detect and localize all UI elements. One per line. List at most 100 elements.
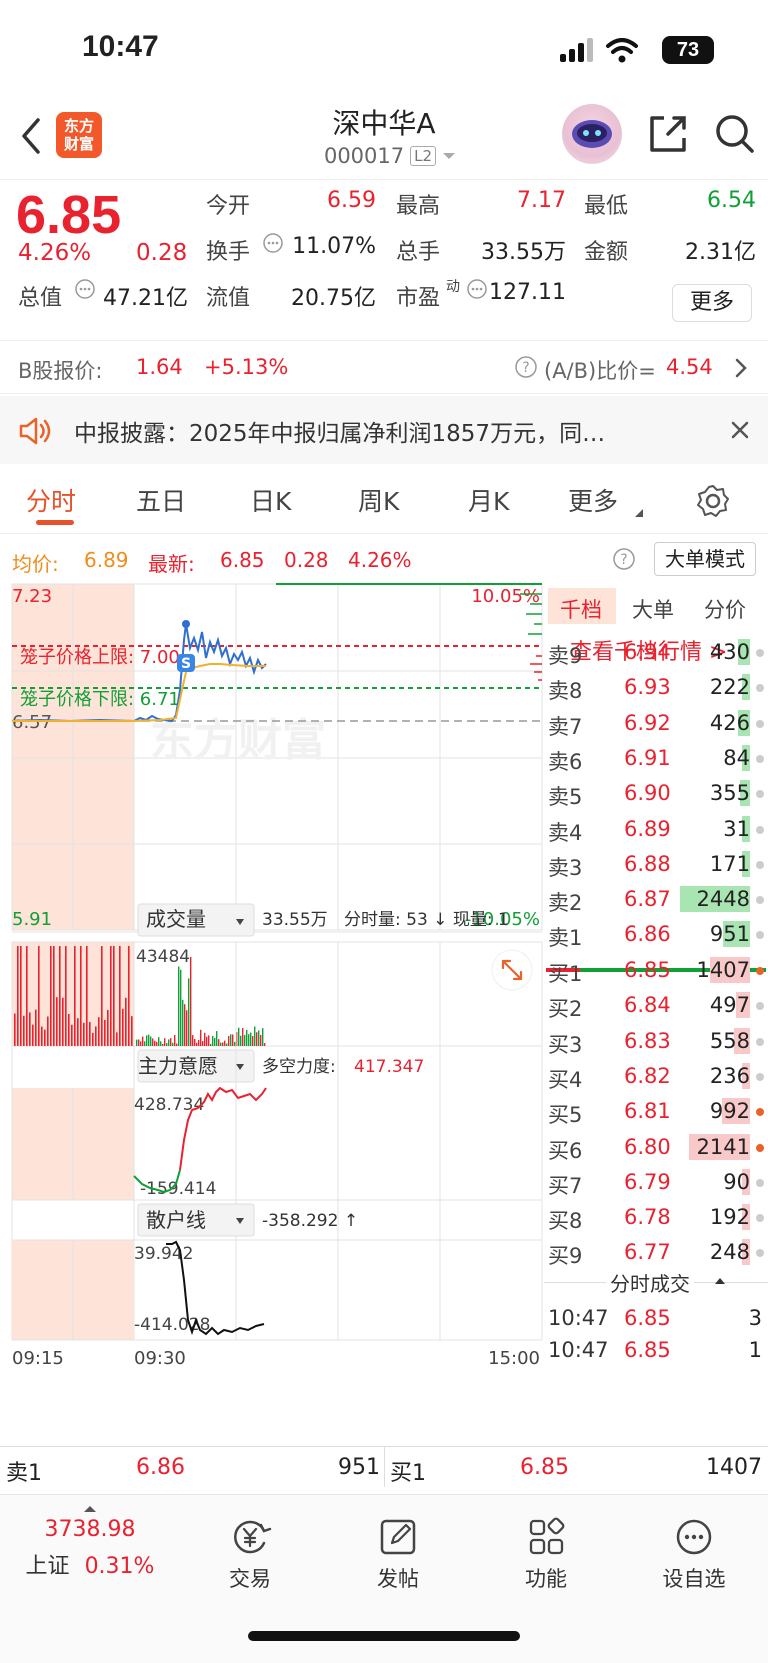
bid-row[interactable]: 买2 6.84 497: [544, 987, 768, 1022]
ask-row[interactable]: 卖3 6.88 171: [544, 846, 768, 881]
bid-row[interactable]: 买5 6.81 992: [544, 1093, 768, 1128]
info-dots-icon[interactable]: [74, 278, 96, 300]
help-icon[interactable]: ?: [612, 547, 636, 571]
ai-assistant-robot-icon[interactable]: [562, 104, 622, 164]
b-share-row[interactable]: B股报价: 1.64 +5.13% ? (A/B)比价= 4.54: [0, 340, 768, 394]
bid-level-label: 买2: [548, 997, 583, 1022]
high-label: 最高: [396, 194, 441, 219]
ask-level-label: 卖3: [548, 855, 583, 880]
trade-price: 6.85: [624, 1338, 671, 1362]
bid-row[interactable]: 买6 6.80 2141: [544, 1129, 768, 1164]
eastmoney-logo[interactable]: 东方 财富: [56, 112, 102, 158]
ask-volume: 426: [709, 710, 750, 735]
ob-tab-big-order[interactable]: 大单: [632, 594, 674, 624]
tab-intraday[interactable]: 分时: [26, 482, 76, 518]
trade-row: 10:47 6.85 3: [544, 1300, 768, 1335]
index-name: 上证: [25, 1554, 70, 1579]
announcement-bar[interactable]: 中报披露：2025年中报归属净利润1857万元，同…: [0, 396, 768, 464]
speaker-icon: [19, 417, 51, 445]
watermark: 东方财富: [150, 715, 326, 766]
volume-bar: [264, 1043, 266, 1046]
order-dot: [756, 1178, 764, 1187]
ask-row[interactable]: 卖9 6.94 430: [544, 634, 768, 669]
volume-bar: [226, 1043, 228, 1046]
ask-row[interactable]: 卖4 6.89 31: [544, 811, 768, 846]
stock-code-selector[interactable]: 000017 L2: [300, 144, 480, 168]
retail-line-label: 散户线: [146, 1208, 206, 1232]
nav-trade[interactable]: 交易: [190, 1517, 310, 1593]
volume-bar: [262, 1028, 264, 1046]
volume-bar: [131, 1016, 133, 1046]
ask-row[interactable]: 卖6 6.91 84: [544, 740, 768, 775]
big-order-mode-button[interactable]: 大单模式: [654, 542, 756, 576]
turnover-label: 换手: [206, 240, 251, 265]
volume-bar: [128, 946, 130, 1046]
index-ticker[interactable]: 3738.98 上证 0.31%: [20, 1505, 160, 1580]
bid-row[interactable]: 买3 6.83 558: [544, 1023, 768, 1058]
intraday-chart[interactable]: 东方财富 7.23 5.91 6.57 10.05% -10.05% 笼子价格上…: [0, 580, 544, 1444]
nav-add-watchlist[interactable]: 设自选: [634, 1517, 754, 1593]
ask-row[interactable]: 卖7 6.92 426: [544, 705, 768, 740]
strength-label: 多空力度:: [262, 1057, 336, 1077]
tab-daily-k[interactable]: 日K: [250, 482, 291, 518]
order-dot: [756, 860, 764, 869]
volume-bar: [166, 1043, 168, 1046]
nav-post[interactable]: 发帖: [338, 1517, 458, 1593]
order-dot: [756, 825, 764, 834]
volume-bar: [168, 1039, 170, 1046]
b-share-pct: +5.13%: [204, 355, 289, 379]
search-icon[interactable]: [712, 110, 756, 156]
retail-line-value: -358.292 ↑: [262, 1211, 358, 1231]
tab-monthly-k[interactable]: 月K: [468, 482, 509, 518]
volume-bar: [110, 946, 112, 1046]
volume-bar: [17, 946, 19, 1046]
b-share-price: 1.64: [136, 355, 183, 379]
ask-row[interactable]: 卖5 6.90 355: [544, 775, 768, 810]
bid-row[interactable]: 买4 6.82 236: [544, 1058, 768, 1093]
bid-row[interactable]: 买9 6.77 248: [544, 1234, 768, 1269]
ask-row[interactable]: 卖1 6.86 951: [544, 916, 768, 951]
ob-tab-thousand[interactable]: 千档: [560, 594, 602, 624]
volume-bar: [35, 1009, 37, 1046]
high-point-marker: [182, 620, 190, 628]
time-sales-title[interactable]: 分时成交: [606, 1268, 694, 1297]
close-icon[interactable]: [730, 420, 750, 440]
current-price: 6.85: [16, 185, 122, 245]
ask-row[interactable]: 卖8 6.93 222: [544, 669, 768, 704]
volume-bar: [224, 1040, 226, 1046]
help-icon[interactable]: ?: [514, 355, 538, 379]
active-tab-indicator: [36, 520, 74, 525]
volume-bar: [160, 1041, 162, 1046]
tab-weekly-k[interactable]: 周K: [358, 482, 399, 518]
back-arrow-icon[interactable]: [14, 114, 50, 158]
ob-tab-price-dist[interactable]: 分价: [704, 594, 746, 624]
bid-row[interactable]: 买8 6.78 192: [544, 1199, 768, 1234]
sell-marker-label: S: [181, 656, 191, 672]
volume-bar: [138, 1039, 140, 1046]
volume-bar: [174, 1035, 176, 1046]
tab-more[interactable]: 更多: [568, 482, 618, 518]
nav-post-label: 发帖: [377, 1567, 419, 1591]
nav-functions[interactable]: 功能: [486, 1517, 606, 1593]
volume-bar: [244, 1035, 246, 1046]
volume-bar: [41, 1026, 43, 1046]
more-quote-button[interactable]: 更多: [672, 284, 752, 322]
tab-five-day[interactable]: 五日: [136, 482, 186, 518]
volume-bar: [14, 1013, 16, 1046]
best-bid-volume: 1407: [706, 1455, 762, 1480]
volume-bar: [208, 1035, 210, 1046]
volume-bar: [218, 1039, 220, 1046]
settings-gear-icon[interactable]: [696, 484, 730, 518]
order-dot: [756, 896, 764, 905]
more-dots-icon: [676, 1519, 712, 1555]
volume-bar: [107, 1009, 109, 1046]
info-dots-icon[interactable]: [262, 232, 284, 254]
trade-volume: 1: [748, 1338, 762, 1362]
ask-row[interactable]: 卖2 6.87 2448: [544, 881, 768, 916]
share-icon[interactable]: [646, 110, 690, 156]
volume-bar: [212, 1035, 214, 1046]
volume-bar: [150, 1036, 152, 1046]
bid-row[interactable]: 买1 6.85 1407: [544, 952, 768, 987]
volume-bar: [142, 1036, 144, 1046]
bid-row[interactable]: 买7 6.79 90: [544, 1164, 768, 1199]
